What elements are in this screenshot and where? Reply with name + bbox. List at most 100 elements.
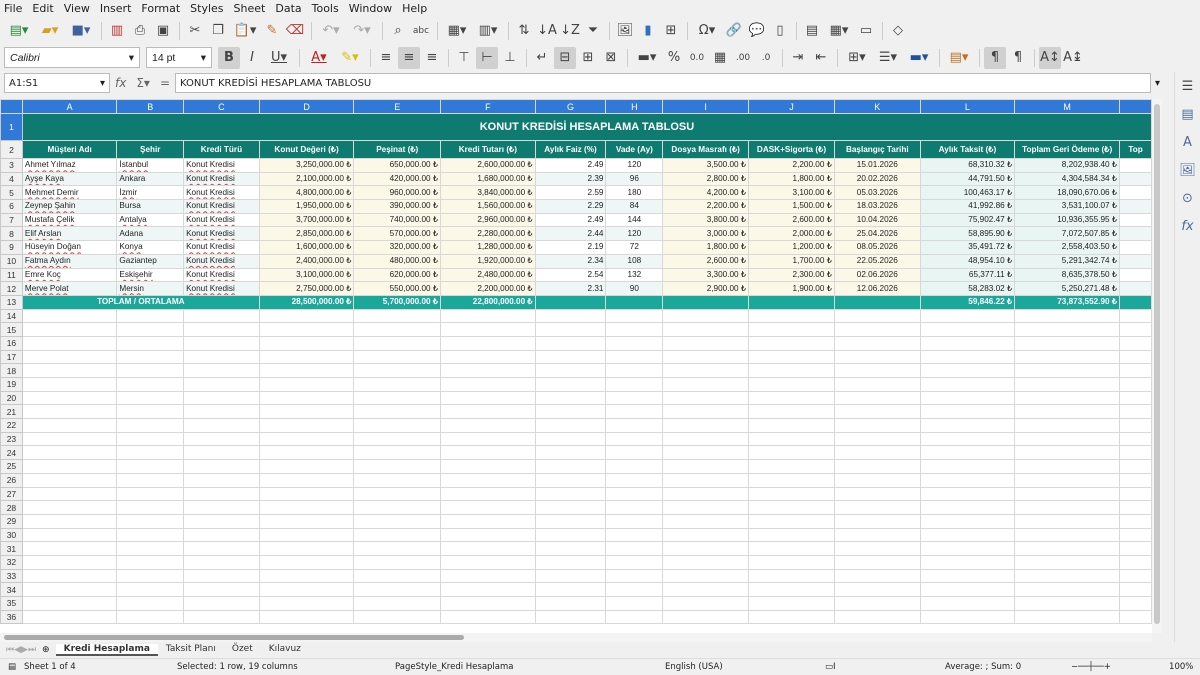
data-cell[interactable]: 2,558,403.50 ₺ <box>1014 240 1121 255</box>
column-header[interactable]: I <box>662 99 750 114</box>
empty-cell[interactable] <box>919 404 1016 420</box>
styles-icon[interactable]: A <box>1175 128 1200 156</box>
menu-edit[interactable]: Edit <box>32 2 53 15</box>
menu-help[interactable]: Help <box>402 2 427 15</box>
empty-cell[interactable] <box>353 349 442 365</box>
row-header[interactable]: 17 <box>0 349 23 365</box>
empty-cell[interactable] <box>21 445 118 461</box>
empty-cell[interactable] <box>534 596 607 611</box>
row-header[interactable]: 22 <box>0 418 23 433</box>
data-cell[interactable]: 2,600.00 ₺ <box>662 253 750 269</box>
empty-cell[interactable] <box>605 390 664 406</box>
clone-formatting-icon[interactable]: ✎ <box>261 20 283 42</box>
sort-descending-icon[interactable]: ↓Z <box>559 20 581 42</box>
empty-cell[interactable] <box>1119 431 1152 447</box>
data-cell[interactable]: 25.04.2026 <box>833 226 921 242</box>
data-cell[interactable]: 08.05.2026 <box>833 240 921 255</box>
empty-cell[interactable] <box>748 390 835 406</box>
empty-cell[interactable] <box>116 527 185 543</box>
empty-cell[interactable] <box>1119 418 1152 433</box>
data-cell[interactable]: 2.54 <box>534 267 607 283</box>
empty-cell[interactable] <box>440 363 536 378</box>
empty-cell[interactable] <box>353 322 442 337</box>
empty-cell[interactable] <box>534 541 607 556</box>
total-cell[interactable]: 28,500,000.00 ₺ <box>258 294 355 310</box>
split-window-icon[interactable]: ▭ <box>855 20 877 42</box>
conditional-format-icon[interactable]: ▤▾ <box>944 47 974 69</box>
empty-cell[interactable] <box>534 472 607 488</box>
empty-cell[interactable] <box>833 308 921 324</box>
empty-cell[interactable] <box>183 363 260 378</box>
data-cell[interactable] <box>1119 253 1152 269</box>
empty-cell[interactable] <box>353 363 442 378</box>
row-header[interactable]: 31 <box>0 541 23 556</box>
empty-cell[interactable] <box>116 322 185 337</box>
empty-cell[interactable] <box>748 418 835 433</box>
data-cell[interactable] <box>1119 267 1152 283</box>
empty-cell[interactable] <box>662 431 750 447</box>
empty-cell[interactable] <box>21 390 118 406</box>
empty-cell[interactable] <box>919 486 1016 502</box>
empty-cell[interactable] <box>833 486 921 502</box>
column-label[interactable]: Kredi Türü <box>183 140 260 159</box>
data-cell[interactable]: 3,840,000.00 ₺ <box>440 185 536 201</box>
data-cell[interactable]: 3,250,000.00 ₺ <box>258 158 355 173</box>
column-header[interactable]: H <box>605 99 664 114</box>
empty-cell[interactable] <box>534 513 607 529</box>
row-header[interactable]: 7 <box>0 212 23 228</box>
column-label[interactable]: Kredi Tutarı (₺) <box>440 140 536 159</box>
empty-cell[interactable] <box>116 554 185 570</box>
data-cell[interactable]: 5,250,271.48 ₺ <box>1014 281 1121 296</box>
row-header[interactable]: 33 <box>0 568 23 584</box>
sheet-tab[interactable]: Kredi Hesaplama <box>55 643 158 656</box>
row-header[interactable]: 21 <box>0 404 23 420</box>
empty-cell[interactable] <box>21 308 118 324</box>
empty-cell[interactable] <box>833 513 921 529</box>
left-to-right-icon[interactable]: ¶ <box>984 46 1006 69</box>
empty-cell[interactable] <box>748 554 835 570</box>
empty-cell[interactable] <box>353 582 442 597</box>
empty-cell[interactable] <box>662 472 750 488</box>
empty-cell[interactable] <box>662 349 750 365</box>
empty-cell[interactable] <box>833 527 921 543</box>
empty-cell[interactable] <box>662 527 750 543</box>
column-header[interactable]: E <box>353 99 442 114</box>
row-header[interactable]: 12 <box>0 281 23 296</box>
data-cell[interactable]: Fatma Aydın <box>21 253 118 269</box>
column-header[interactable] <box>1119 99 1152 114</box>
column-header[interactable]: G <box>534 99 607 114</box>
empty-cell[interactable] <box>1014 596 1121 611</box>
data-cell[interactable]: 2.19 <box>534 240 607 255</box>
empty-cell[interactable] <box>116 431 185 447</box>
empty-cell[interactable] <box>1119 404 1152 420</box>
empty-cell[interactable] <box>1119 527 1152 543</box>
column-header[interactable]: M <box>1014 99 1121 114</box>
empty-cell[interactable] <box>183 609 260 625</box>
data-cell[interactable]: 2,480,000.00 ₺ <box>440 267 536 283</box>
header-footer-icon[interactable]: ▯ <box>769 20 791 42</box>
spelling-icon[interactable]: abc <box>410 20 432 42</box>
data-cell[interactable]: 550,000.00 ₺ <box>353 281 442 296</box>
empty-cell[interactable] <box>1119 554 1152 570</box>
empty-cell[interactable] <box>662 445 750 461</box>
empty-cell[interactable] <box>833 459 921 474</box>
empty-cell[interactable] <box>258 308 355 324</box>
data-cell[interactable]: 2,800.00 ₺ <box>662 171 750 187</box>
empty-cell[interactable] <box>534 527 607 543</box>
special-character-icon[interactable]: Ω▾ <box>692 20 722 42</box>
empty-cell[interactable] <box>1014 377 1121 392</box>
data-cell[interactable]: 96 <box>605 171 664 187</box>
data-cell[interactable]: 3,800.00 ₺ <box>662 212 750 228</box>
empty-cell[interactable] <box>116 500 185 515</box>
empty-cell[interactable] <box>1014 527 1121 543</box>
empty-cell[interactable] <box>183 377 260 392</box>
empty-cell[interactable] <box>353 445 442 461</box>
empty-cell[interactable] <box>258 527 355 543</box>
zoom-slider[interactable]: −──┼──+ <box>1071 662 1169 672</box>
empty-cell[interactable] <box>1119 308 1152 324</box>
empty-cell[interactable] <box>919 363 1016 378</box>
empty-cell[interactable] <box>1014 431 1121 447</box>
menu-format[interactable]: Format <box>141 2 180 15</box>
empty-cell[interactable] <box>833 596 921 611</box>
total-cell[interactable]: 59,846.22 ₺ <box>919 294 1016 310</box>
